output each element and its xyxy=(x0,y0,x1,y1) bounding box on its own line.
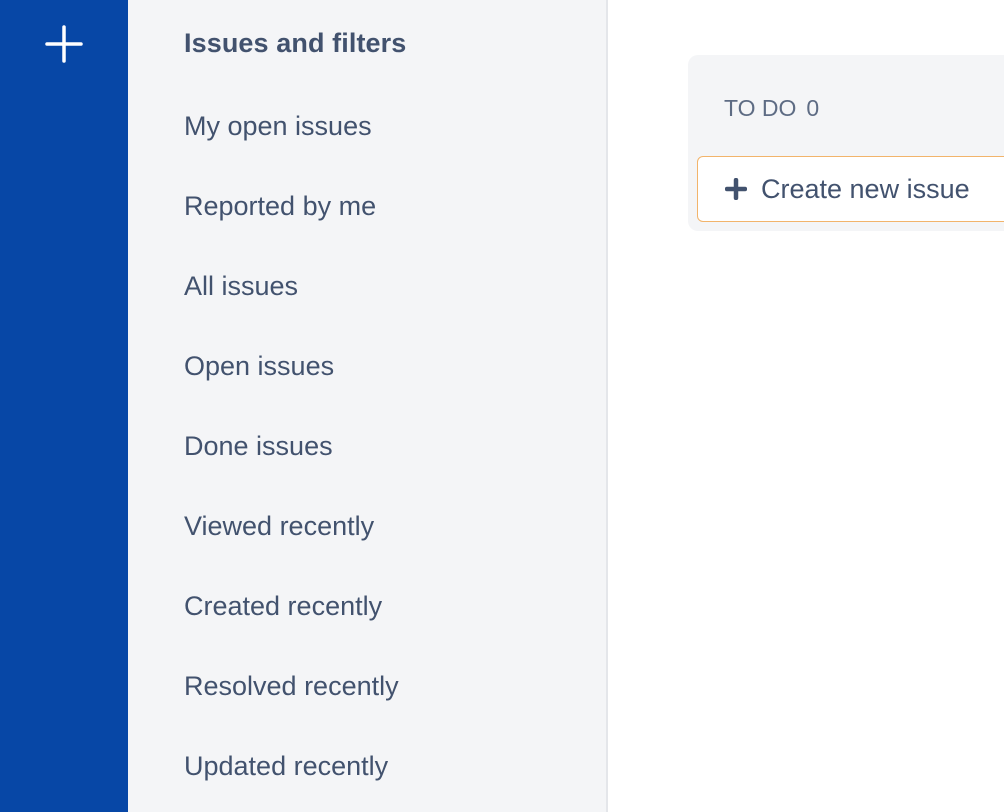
sidebar-item-resolved-recently[interactable]: Resolved recently xyxy=(184,671,399,702)
todo-column: TO DO 0 Create new issue xyxy=(688,55,1004,231)
sidebar-item-reported-by-me[interactable]: Reported by me xyxy=(184,191,376,222)
sidebar-item-created-recently[interactable]: Created recently xyxy=(184,591,382,622)
plus-icon-graphic xyxy=(45,25,83,63)
column-issue-count: 0 xyxy=(806,95,820,121)
sidebar-item-my-open-issues[interactable]: My open issues xyxy=(184,111,372,142)
issues-filters-sidebar: Issues and filters My open issues Report… xyxy=(128,0,608,812)
create-new-issue-button[interactable]: Create new issue xyxy=(697,156,1004,222)
create-new-issue-label: Create new issue xyxy=(761,173,970,204)
column-header: TO DO 0 xyxy=(724,95,819,122)
plus-icon xyxy=(725,178,747,200)
global-navigation xyxy=(0,0,128,812)
sidebar-item-all-issues[interactable]: All issues xyxy=(184,271,298,302)
sidebar-item-viewed-recently[interactable]: Viewed recently xyxy=(184,511,374,542)
column-title: TO DO xyxy=(724,95,797,121)
sidebar-item-updated-recently[interactable]: Updated recently xyxy=(184,751,388,782)
sidebar-heading: Issues and filters xyxy=(184,28,407,58)
sidebar-item-done-issues[interactable]: Done issues xyxy=(184,431,333,462)
board-area: TO DO 0 Create new issue xyxy=(608,0,1004,812)
sidebar-item-open-issues[interactable]: Open issues xyxy=(184,351,334,382)
app-root: Issues and filters My open issues Report… xyxy=(0,0,1004,812)
plus-icon[interactable] xyxy=(44,24,84,64)
